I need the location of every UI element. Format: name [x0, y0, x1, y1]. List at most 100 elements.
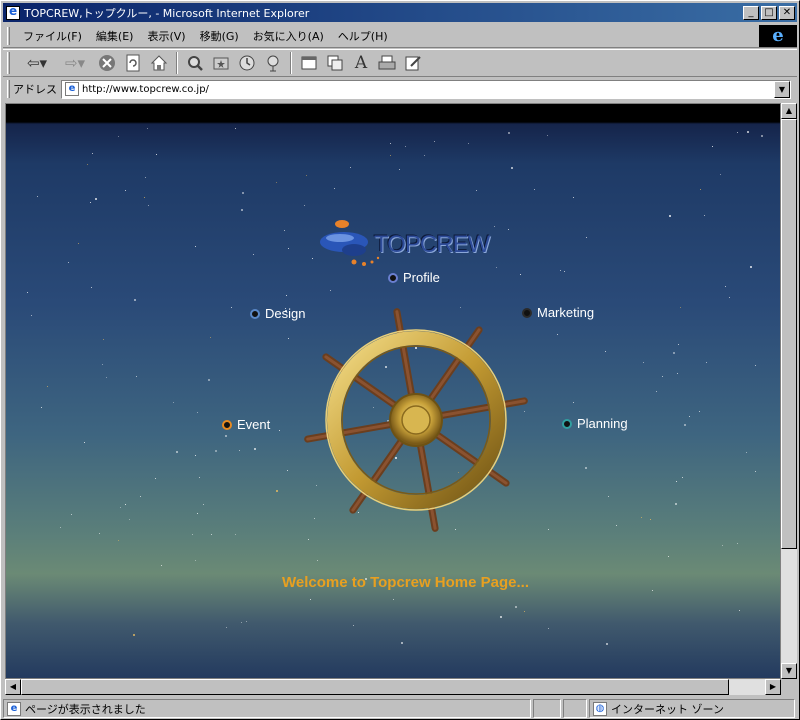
nav-link-profile[interactable]: Profile	[388, 270, 440, 285]
star-decoration	[572, 196, 574, 198]
home-icon[interactable]	[148, 52, 170, 74]
ie-throbber-logo: e	[759, 24, 797, 47]
scroll-right-button[interactable]: ▶	[765, 679, 781, 695]
mail-icon[interactable]	[324, 52, 346, 74]
star-decoration	[607, 496, 609, 498]
star-decoration	[155, 478, 157, 480]
menu-edit[interactable]: 編集(E)	[89, 26, 141, 46]
star-decoration	[143, 197, 145, 199]
star-decoration	[675, 503, 678, 506]
vertical-scrollbar[interactable]: ▲ ▼	[781, 103, 797, 679]
star-decoration	[499, 616, 502, 619]
fullscreen-icon[interactable]	[298, 52, 320, 74]
star-decoration	[699, 411, 701, 413]
star-decoration	[689, 416, 691, 418]
star-decoration	[746, 130, 749, 133]
font-icon[interactable]: A	[350, 52, 372, 74]
nav-label[interactable]: Event	[237, 417, 270, 432]
nav-bullet-icon	[388, 272, 398, 283]
star-decoration	[135, 375, 137, 377]
toolbar-separator	[290, 52, 292, 74]
star-decoration	[615, 524, 617, 526]
address-dropdown-button[interactable]: ▼	[774, 80, 790, 98]
menu-go[interactable]: 移動(G)	[193, 26, 246, 46]
star-decoration	[329, 290, 331, 292]
address-url[interactable]: http://www.topcrew.co.jp/	[82, 84, 209, 95]
favorites-icon[interactable]	[210, 52, 232, 74]
nav-link-marketing[interactable]: Marketing	[522, 305, 594, 320]
toolbar-grip[interactable]	[7, 52, 10, 74]
star-decoration	[585, 236, 587, 238]
star-decoration	[755, 365, 757, 367]
star-decoration	[559, 270, 561, 272]
star-decoration	[70, 513, 72, 515]
star-decoration	[668, 556, 670, 558]
star-decoration	[147, 128, 149, 130]
menu-help[interactable]: ヘルプ(H)	[331, 26, 395, 46]
star-decoration	[423, 155, 425, 157]
menu-favorites[interactable]: お気に入り(A)	[246, 26, 331, 46]
stop-icon[interactable]	[96, 52, 118, 74]
star-decoration	[678, 344, 680, 346]
nav-bullet-icon	[522, 307, 532, 318]
close-button[interactable]: ✕	[779, 5, 795, 20]
star-decoration	[41, 407, 43, 409]
nav-label[interactable]: Profile	[403, 270, 440, 285]
horizontal-scrollbar[interactable]: ◀ ▶	[5, 679, 781, 695]
edit-icon[interactable]	[402, 52, 424, 74]
star-decoration	[214, 450, 217, 453]
back-icon[interactable]: ⇦▾	[20, 52, 54, 74]
scroll-up-button[interactable]: ▲	[781, 103, 797, 119]
star-decoration	[711, 145, 713, 147]
menubar-grip[interactable]	[7, 26, 10, 45]
ie-app-icon[interactable]	[6, 4, 20, 20]
star-decoration	[493, 225, 495, 227]
topcrew-logo-text[interactable]: TOPCREW	[374, 231, 490, 259]
nav-link-planning[interactable]: Planning	[562, 416, 628, 431]
nav-label[interactable]: Marketing	[537, 305, 594, 320]
title-bar[interactable]: TOPCREW,トップクルー, - Microsoft Internet Exp…	[3, 3, 797, 22]
star-decoration	[95, 197, 98, 200]
history-icon[interactable]	[236, 52, 258, 74]
star-decoration	[148, 205, 150, 207]
nav-label[interactable]: Planning	[577, 416, 628, 431]
nav-link-event[interactable]: Event	[222, 417, 270, 432]
star-decoration	[305, 175, 307, 177]
address-input[interactable]: e http://www.topcrew.co.jp/ ▼	[61, 79, 791, 99]
addressbar-grip[interactable]	[7, 80, 10, 98]
star-decoration	[78, 243, 80, 245]
minimize-button[interactable]: _	[743, 5, 759, 20]
channels-icon[interactable]	[262, 52, 284, 74]
star-decoration	[208, 379, 211, 382]
menu-view[interactable]: 表示(V)	[140, 26, 192, 46]
maximize-button[interactable]: □	[761, 5, 777, 20]
nav-label[interactable]: Design	[265, 306, 305, 321]
star-decoration	[90, 201, 92, 203]
star-decoration	[210, 534, 212, 536]
scroll-left-button[interactable]: ◀	[5, 679, 21, 695]
star-decoration	[605, 643, 608, 646]
star-decoration	[547, 529, 549, 531]
star-decoration	[534, 188, 536, 190]
horizontal-scroll-thumb[interactable]	[21, 679, 729, 695]
star-decoration	[760, 135, 763, 138]
scroll-down-button[interactable]: ▼	[781, 663, 797, 679]
nav-link-design[interactable]: Design	[250, 306, 305, 321]
vertical-scroll-thumb[interactable]	[781, 119, 797, 549]
star-decoration	[287, 470, 289, 472]
refresh-icon[interactable]	[122, 52, 144, 74]
search-icon[interactable]	[184, 52, 206, 74]
menu-file[interactable]: ファイル(F)	[16, 26, 89, 46]
star-decoration	[288, 337, 290, 339]
forward-icon[interactable]: ⇨▾	[58, 52, 92, 74]
star-decoration	[160, 564, 162, 566]
star-decoration	[124, 504, 126, 506]
star-decoration	[304, 205, 306, 207]
star-decoration	[475, 189, 477, 191]
star-decoration	[285, 294, 287, 296]
print-icon[interactable]	[376, 52, 398, 74]
star-decoration	[564, 271, 566, 273]
star-decoration	[643, 362, 645, 364]
star-decoration	[736, 132, 738, 134]
star-decoration	[672, 351, 675, 354]
